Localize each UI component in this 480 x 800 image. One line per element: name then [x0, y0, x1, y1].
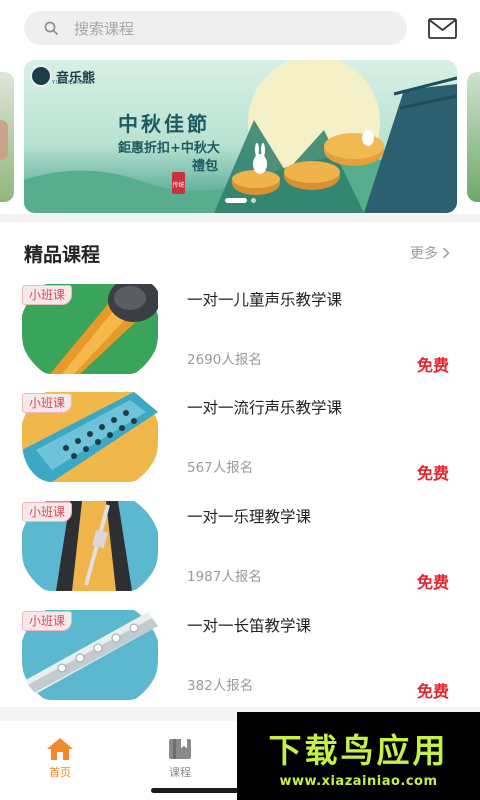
more-link[interactable]: 更多 — [410, 243, 450, 263]
course-tag: 小班课 — [22, 502, 73, 522]
search-bar[interactable]: 搜索课程 — [24, 11, 407, 45]
course-item[interactable]: 小班课 一对一流行声乐教学课 567人报名 免费 — [0, 392, 480, 492]
app-screen: 搜索课程 传统 音乐熊 YINYUEXIONG 中秋佳節 鉅惠折扣+中秋大 禮包… — [0, 0, 480, 800]
chevron-right-icon — [442, 247, 450, 259]
course-price: 免费 — [417, 573, 450, 592]
carousel-dot-active — [225, 198, 247, 203]
course-title: 一对一流行声乐教学课 — [187, 399, 343, 417]
course-title: 一对一长笛教学课 — [187, 617, 312, 635]
course-price: 免费 — [417, 682, 450, 701]
banner-carousel[interactable]: 传统 音乐熊 YINYUEXIONG 中秋佳節 鉅惠折扣+中秋大 禮包 — [0, 60, 480, 213]
banner-peek-right[interactable] — [467, 72, 480, 202]
banner-seal: 传统 — [172, 181, 184, 189]
section-divider — [0, 214, 480, 222]
banner-slide[interactable]: 传统 音乐熊 YINYUEXIONG 中秋佳節 鉅惠折扣+中秋大 禮包 — [24, 60, 457, 213]
course-tag: 小班课 — [22, 611, 73, 631]
tab-course[interactable]: 课程 — [150, 737, 210, 780]
course-item[interactable]: 小班课 一对一乐理教学课 1987人报名 免费 — [0, 501, 480, 601]
search-icon — [44, 21, 58, 35]
more-label: 更多 — [410, 246, 438, 262]
search-placeholder: 搜索课程 — [74, 19, 135, 38]
tab-home-label: 首页 — [49, 766, 71, 779]
book-icon — [169, 739, 191, 759]
carousel-dot — [251, 198, 256, 203]
banner-subtitle-2: 禮包 — [192, 159, 219, 174]
course-item[interactable]: 小班课 一对一儿童声乐教学课 2690人报名 免费 — [0, 284, 480, 384]
banner-title: 中秋佳節 — [118, 112, 210, 136]
course-title: 一对一乐理教学课 — [187, 508, 312, 526]
carousel-indicator — [24, 198, 457, 203]
course-enrolled: 2690人报名 — [187, 352, 262, 368]
banner-peek-left[interactable] — [0, 72, 14, 202]
course-price: 免费 — [417, 356, 450, 375]
watermark-url: www.xiazainiao.com — [279, 773, 438, 789]
course-title: 一对一儿童声乐教学课 — [187, 291, 343, 309]
course-tag: 小班课 — [22, 285, 73, 305]
watermark: 下载鸟应用 www.xiazainiao.com — [237, 712, 480, 800]
header: 搜索课程 — [0, 0, 480, 58]
course-enrolled: 382人报名 — [187, 678, 254, 694]
mail-icon[interactable] — [428, 18, 457, 39]
banner-logo-sub: YINYUEXIONG — [52, 80, 93, 86]
tab-home[interactable]: 首页 — [30, 737, 90, 780]
home-icon — [47, 738, 73, 760]
banner-subtitle: 鉅惠折扣+中秋大 — [118, 141, 220, 156]
watermark-brand: 下载鸟应用 — [268, 730, 449, 770]
section-title: 精品课程 — [24, 244, 101, 266]
course-price: 免费 — [417, 464, 450, 483]
bear-logo-icon — [30, 65, 52, 87]
course-tag: 小班课 — [22, 393, 73, 413]
course-item[interactable]: 小班课 一对一长笛教学课 382人报名 免费 — [0, 610, 480, 710]
course-enrolled: 1987人报名 — [187, 569, 262, 585]
tab-course-label: 课程 — [169, 766, 191, 779]
course-enrolled: 567人报名 — [187, 460, 254, 476]
